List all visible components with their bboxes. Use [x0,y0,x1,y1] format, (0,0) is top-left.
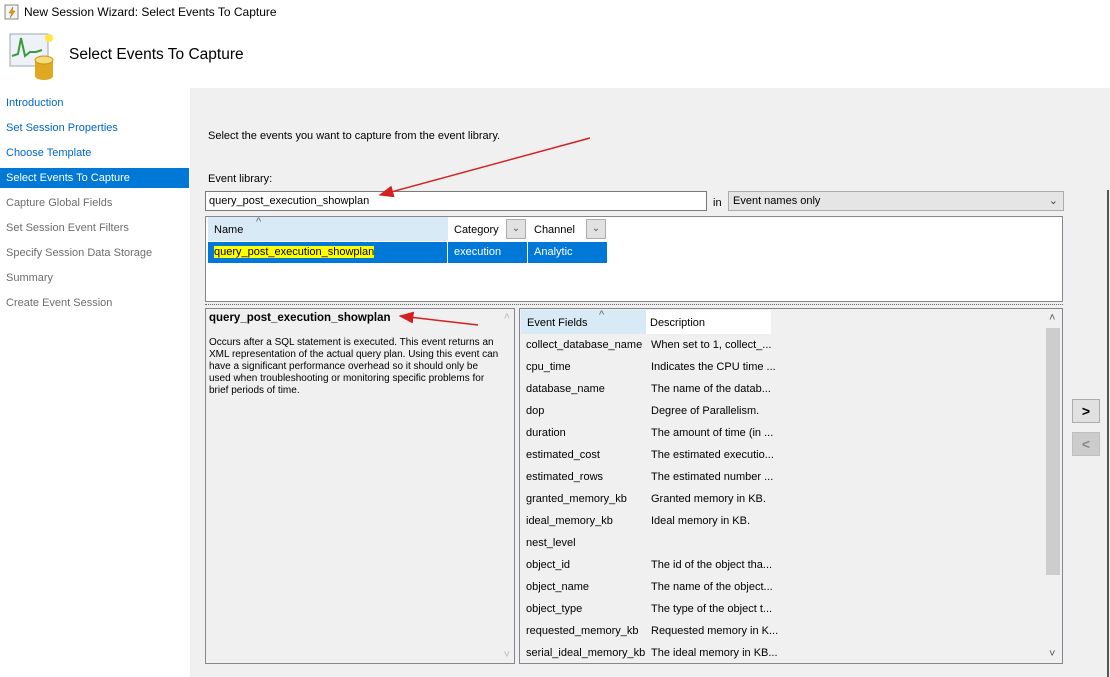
sidebar-item: Set Session Event Filters [6,222,129,234]
column-header-event-fields[interactable]: Event Fields ^ [521,309,646,334]
table-row[interactable]: estimated_cost The estimated executio... [520,444,774,466]
channel-filter-dropdown[interactable]: ⌄ [586,219,606,239]
field-description: Granted memory in KB. [651,493,766,505]
scroll-up-icon[interactable]: ˄ [1049,312,1055,324]
field-description: The estimated number ... [651,471,774,483]
scroll-down-icon[interactable]: ˅ [1049,648,1055,660]
sidebar-item[interactable]: Introduction [0,93,189,113]
table-row[interactable]: object_name The name of the object... [520,576,773,598]
column-header-description[interactable]: Description [646,310,771,334]
field-name: database_name [526,383,605,395]
table-row[interactable]: serial_ideal_memory_kb The ideal memory i… [520,642,778,664]
field-name: estimated_cost [526,449,600,461]
field-name: object_type [526,603,583,615]
sidebar-item: Capture Global Fields [6,197,113,209]
wizard-icon [9,33,54,80]
table-row[interactable]: estimated_rows The estimated number ... [520,466,774,488]
field-description: The amount of time (in ... [651,427,774,439]
field-description: The estimated executio... [651,449,774,461]
field-name: estimated_rows [526,471,604,483]
sidebar-item[interactable]: Choose Template [0,143,189,163]
field-name: object_id [526,559,571,571]
instruction-text: Select the events you want to capture fr… [208,130,501,142]
field-description: The type of the object t... [651,603,773,615]
title-bar: New Session Wizard: Select Events To Cap… [0,0,1110,24]
event-channel-cell: Analytic [528,242,607,263]
remove-event-button[interactable]: < [1072,432,1100,456]
scrollbar-thumb[interactable] [1046,328,1060,575]
field-description: The name of the object... [651,581,773,593]
table-row[interactable]: collect_database_name When set to 1, coll… [520,334,772,356]
app-icon [4,4,19,20]
field-name: serial_ideal_memory_kb [526,647,646,659]
field-name: ideal_memory_kb [526,515,613,527]
selected-events-border [1107,190,1109,550]
field-name: dop [526,405,545,417]
sidebar-item: Specify Session Data Storage [6,247,153,259]
field-description: Indicates the CPU time ... [651,361,776,373]
column-channel-label: Channel [534,224,575,236]
scroll-down-icon[interactable]: ˅ [504,649,510,661]
field-name: nest_level [526,537,576,549]
field-name: granted_memory_kb [526,493,627,505]
table-row[interactable]: ideal_memory_kb Ideal memory in KB. [520,510,770,532]
table-row[interactable]: granted_memory_kb Granted memory in KB. [520,488,770,510]
window-title: New Session Wizard: Select Events To Cap… [24,5,277,19]
field-name: cpu_time [526,361,571,373]
splitter[interactable] [205,304,1063,306]
search-scope-value: Event names only [733,195,821,207]
wizard-steps-sidebar: Introduction Set Session Properties Choose… [0,88,189,677]
event-description-pane: query_post_execution_showplan Occurs aft… [205,308,515,664]
table-row[interactable]: duration The amount of time (in ... [520,422,774,444]
field-description: Degree of Parallelism. [651,405,760,417]
field-name: collect_database_name [526,339,643,351]
in-label: in [713,197,722,209]
selected-events-border [1107,497,1109,677]
event-search-input[interactable]: query_post_execution_showplan [205,191,707,211]
event-name-cell: query_post_execution_showplan [214,246,375,258]
column-header-name[interactable]: Name ^ [208,216,448,241]
event-fields-grid[interactable]: Event Fields ^ Description collect_databa… [519,308,1063,664]
category-filter-dropdown[interactable]: ⌄ [506,219,526,239]
table-row[interactable]: object_id The id of the object tha... [520,554,773,576]
scroll-up-icon[interactable]: ˄ [504,311,510,323]
field-description: Requested memory in K... [651,625,779,637]
sort-ascending-icon: ^ [599,309,605,321]
field-description: The ideal memory in KB... [651,647,778,659]
add-event-button[interactable]: > [1072,399,1100,423]
column-name-label: Name [214,224,244,236]
field-description: When set to 1, collect_... [651,339,772,351]
search-scope-select[interactable]: Event names only ⌄ [728,191,1064,211]
event-detail-description: Occurs after a SQL statement is executed… [209,337,499,396]
sidebar-item: Create Event Session [6,297,113,309]
field-description: The name of the datab... [651,383,771,395]
sidebar-item[interactable]: Select Events To Capture [0,168,189,188]
field-name: duration [526,427,566,439]
table-row[interactable]: cpu_time Indicates the CPU time ... [520,356,776,378]
event-library-label: Event library: [208,173,273,185]
event-fields-label: Event Fields [527,317,588,329]
column-category-label: Category [454,224,499,236]
field-description: The id of the object tha... [651,559,773,571]
table-row[interactable]: object_type The type of the object t... [520,598,773,620]
table-row[interactable]: requested_memory_kb Requested memory in K… [520,620,778,642]
event-detail-title: query_post_execution_showplan [209,312,391,324]
sort-ascending-icon: ^ [256,216,262,228]
event-library-list[interactable]: Name ^ Category ⌄ Channel ⌄ query_post_ex… [205,216,1063,302]
field-name: object_name [526,581,589,593]
vertical-scrollbar[interactable]: ˄ ˅ [1045,310,1061,662]
description-label: Description [650,317,706,329]
page-title: Select Events To Capture [69,46,244,63]
chevron-down-icon: ⌄ [1048,195,1058,207]
event-category-cell: execution [448,242,527,263]
table-row[interactable]: dop Degree of Parallelism. [520,400,770,422]
sidebar-item[interactable]: Set Session Properties [0,118,189,138]
field-description: Ideal memory in KB. [651,515,751,527]
field-name: requested_memory_kb [526,625,639,637]
sidebar-item: Summary [6,272,54,284]
table-row[interactable]: database_name The name of the datab... [520,378,771,400]
table-row[interactable]: nest_level [520,532,770,554]
